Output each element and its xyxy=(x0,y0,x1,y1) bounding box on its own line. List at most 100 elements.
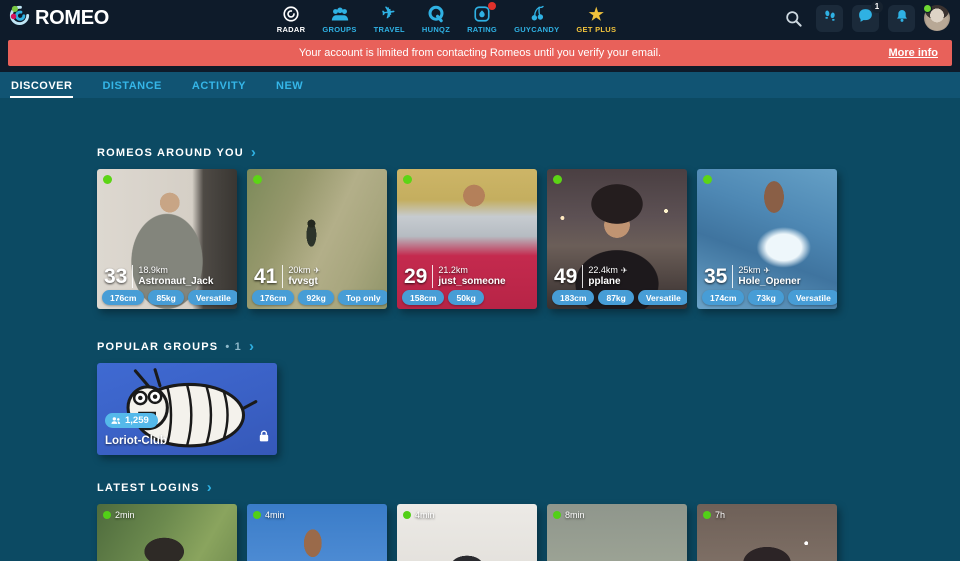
plus-star-icon: ★ xyxy=(589,5,605,24)
profile-photo xyxy=(97,169,237,309)
profile-badges: 176cm 85kg Versatile xyxy=(102,290,237,305)
visitors-button[interactable] xyxy=(816,5,843,32)
profile-name: Astronaut_Jack xyxy=(138,276,213,288)
travel-icon: ✈ xyxy=(313,266,320,276)
more-info-link[interactable]: More info xyxy=(889,47,939,59)
online-status-dot xyxy=(923,4,932,13)
online-indicator xyxy=(703,175,712,184)
profile-badges: 176cm 92kg Top only xyxy=(252,290,387,305)
nav-label: RADAR xyxy=(277,25,306,34)
section-title: LATEST LOGINS xyxy=(97,482,200,494)
hunqz-icon xyxy=(427,5,445,24)
tab-distance[interactable]: DISTANCE xyxy=(101,75,162,98)
last-login-time: 4min xyxy=(403,510,435,520)
login-card[interactable]: 8min xyxy=(547,504,687,561)
nav-item-guycandy[interactable]: GUYCANDY xyxy=(514,5,559,34)
romeo-logo-icon xyxy=(7,3,32,33)
weight-badge: 50kg xyxy=(448,290,483,305)
group-card[interactable]: 1,259 Loriot-Club xyxy=(97,363,277,455)
profile-info: 49 22.4km✈ pplane xyxy=(554,265,628,288)
profile-distance: 25km xyxy=(738,265,760,276)
weight-badge: 87kg xyxy=(598,290,633,305)
profile-distance: 18.9km xyxy=(138,265,168,276)
nav-item-get-plus[interactable]: ★ GET PLUS xyxy=(576,5,616,34)
rating-notification-badge xyxy=(488,2,496,10)
profile-photo xyxy=(547,169,687,309)
members-icon xyxy=(111,416,121,426)
login-card[interactable]: 2min xyxy=(97,504,237,561)
nav-label: GUYCANDY xyxy=(514,25,559,34)
divider xyxy=(582,265,583,288)
nav-item-rating[interactable]: RATING xyxy=(467,5,497,34)
travel-plane-icon: ✈ xyxy=(382,5,396,24)
profile-badges: 174cm 73kg Versatile xyxy=(702,290,837,305)
weight-badge: 85kg xyxy=(148,290,183,305)
profile-card[interactable]: 33 18.9km Astronaut_Jack 176cm 85kg Vers… xyxy=(97,169,237,309)
last-login-time: 8min xyxy=(553,510,585,520)
logins-card-row: 2min 4min 4min 8min 7h xyxy=(97,504,960,561)
nav-item-radar[interactable]: RADAR xyxy=(277,5,306,34)
section-romeos-around-you[interactable]: ROMEOS AROUND YOU › xyxy=(97,147,960,159)
online-indicator xyxy=(553,511,561,519)
profile-info: 35 25km✈ Hole_Opener xyxy=(704,265,801,288)
guycandy-cherries-icon xyxy=(528,5,546,24)
chevron-right-icon: › xyxy=(207,483,213,493)
tab-discover[interactable]: DISCOVER xyxy=(10,75,73,98)
profile-avatar[interactable] xyxy=(924,5,950,31)
profile-name: pplane xyxy=(588,276,627,288)
login-card[interactable]: 4min xyxy=(397,504,537,561)
brand-name: ROMEO xyxy=(35,7,109,30)
group-members-badge: 1,259 xyxy=(105,413,158,428)
messages-count-badge: 1 xyxy=(871,1,883,13)
rating-icon xyxy=(473,5,491,24)
nav-item-travel[interactable]: ✈ TRAVEL xyxy=(374,5,405,34)
profile-info: 29 21.2km just_someone xyxy=(404,265,506,288)
position-badge: Top only xyxy=(338,290,387,305)
profile-card[interactable]: 29 21.2km just_someone 158cm 50kg xyxy=(397,169,537,309)
notifications-button[interactable] xyxy=(888,5,915,32)
last-login-time: 2min xyxy=(103,510,135,520)
profile-info: 33 18.9km Astronaut_Jack xyxy=(104,265,213,288)
profile-card[interactable]: 49 22.4km✈ pplane 183cm 87kg Versatile xyxy=(547,169,687,309)
romeo-logo[interactable]: ROMEO xyxy=(0,3,109,33)
profile-distance: 20km xyxy=(288,265,310,276)
login-card[interactable]: 4min xyxy=(247,504,387,561)
weight-badge: 92kg xyxy=(298,290,333,305)
profile-name: Hole_Opener xyxy=(738,276,800,288)
online-indicator xyxy=(403,511,411,519)
profile-card[interactable]: 35 25km✈ Hole_Opener 174cm 73kg Versatil… xyxy=(697,169,837,309)
section-latest-logins[interactable]: LATEST LOGINS › xyxy=(97,482,960,494)
nav-label: GROUPS xyxy=(322,25,356,34)
nav-item-groups[interactable]: GROUPS xyxy=(322,5,356,34)
group-name: Loriot-Club xyxy=(105,435,167,447)
tab-activity[interactable]: ACTIVITY xyxy=(191,75,247,98)
tab-new[interactable]: NEW xyxy=(275,75,304,98)
lock-icon xyxy=(259,429,269,447)
nav-label: HUNQZ xyxy=(422,25,450,34)
search-icon[interactable] xyxy=(784,9,803,28)
profile-badges: 158cm 50kg xyxy=(402,290,484,305)
messages-button[interactable]: 1 xyxy=(852,5,879,32)
radar-icon xyxy=(282,5,300,24)
profile-photo xyxy=(397,169,537,309)
profile-distance: 21.2km xyxy=(438,265,468,276)
profile-age: 33 xyxy=(104,266,127,287)
nav-label: GET PLUS xyxy=(576,25,616,34)
nav-item-hunqz[interactable]: HUNQZ xyxy=(422,5,450,34)
profile-info: 41 20km✈ fvvsgt xyxy=(254,265,320,288)
groups-count: • 1 xyxy=(225,341,242,353)
position-badge: Versatile xyxy=(188,290,237,305)
login-card[interactable]: 7h xyxy=(697,504,837,561)
profile-card[interactable]: 41 20km✈ fvvsgt 176cm 92kg Top only xyxy=(247,169,387,309)
section-popular-groups[interactable]: POPULAR GROUPS • 1 › xyxy=(97,341,960,353)
online-indicator xyxy=(403,175,412,184)
navbar: ROMEO RADAR GROUPS xyxy=(0,0,960,36)
groups-icon xyxy=(330,5,350,24)
divider xyxy=(432,265,433,288)
verify-email-banner: Your account is limited from contacting … xyxy=(8,40,952,66)
nav-label: RATING xyxy=(467,25,497,34)
divider xyxy=(732,265,733,288)
profile-age: 41 xyxy=(254,266,277,287)
group-members-count: 1,259 xyxy=(125,415,149,426)
weight-badge: 73kg xyxy=(748,290,783,305)
